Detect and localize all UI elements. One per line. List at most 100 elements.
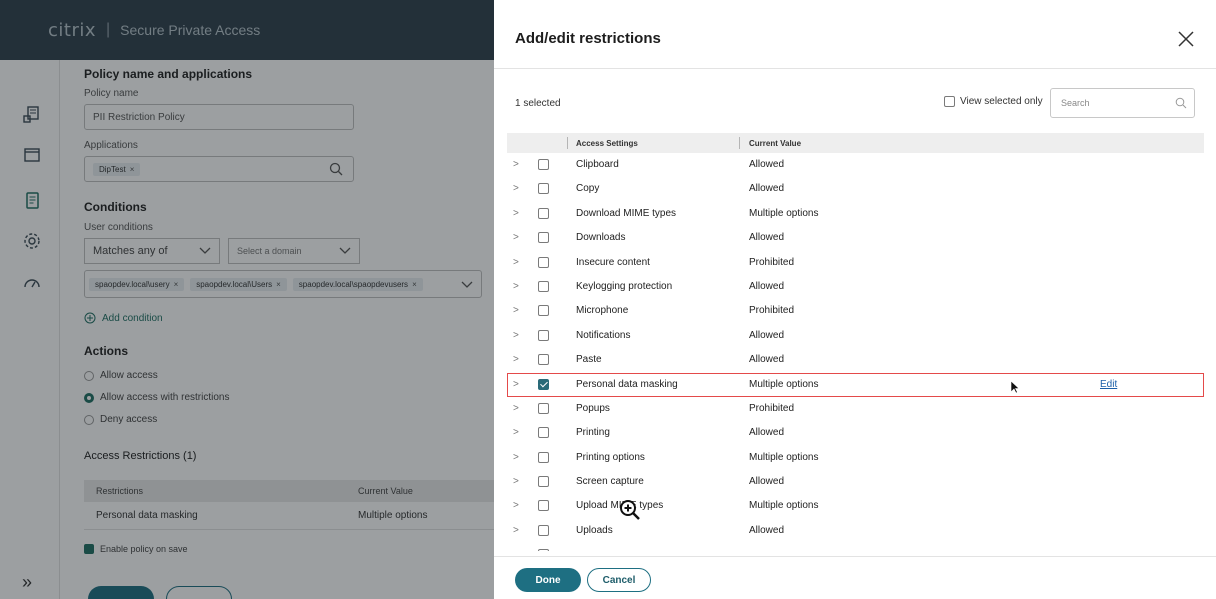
- selected-count: 1 selected: [515, 98, 561, 109]
- chevron-right-icon[interactable]: >: [513, 305, 519, 316]
- row-setting-name: Insecure content: [576, 256, 650, 268]
- table-row[interactable]: > Notifications Allowed: [507, 324, 1204, 348]
- chevron-right-icon[interactable]: >: [513, 183, 519, 194]
- row-current-value: Prohibited: [749, 305, 795, 317]
- table-row[interactable]: > Insecure content Prohibited: [507, 251, 1204, 275]
- table-row[interactable]: > Clipboard Allowed: [507, 153, 1204, 177]
- row-current-value: Multiple options: [749, 451, 819, 463]
- row-setting-name: Personal data masking: [576, 378, 678, 390]
- table-row-partial[interactable]: >: [507, 543, 1204, 552]
- row-setting-name: Screen capture: [576, 476, 644, 488]
- row-checkbox[interactable]: [538, 183, 549, 195]
- chevron-right-icon[interactable]: >: [513, 476, 519, 487]
- table-row[interactable]: > Popups Prohibited: [507, 397, 1204, 421]
- row-current-value: Prohibited: [749, 402, 795, 414]
- row-current-value: Allowed: [749, 280, 785, 292]
- chevron-right-icon[interactable]: >: [513, 427, 519, 438]
- column-separator: [567, 137, 568, 149]
- chevron-right-icon[interactable]: >: [513, 379, 519, 390]
- row-checkbox[interactable]: [538, 354, 549, 366]
- table-row[interactable]: > Screen capture Allowed: [507, 470, 1204, 494]
- table-row[interactable]: > Upload MIME types Multiple options: [507, 494, 1204, 518]
- table-row[interactable]: > Downloads Allowed: [507, 226, 1204, 250]
- column-separator: [739, 137, 740, 149]
- panel-divider: [494, 68, 1216, 69]
- table-row[interactable]: > Paste Allowed: [507, 348, 1204, 372]
- row-current-value: Multiple options: [749, 378, 819, 390]
- row-checkbox[interactable]: [538, 549, 549, 552]
- modal-backdrop[interactable]: [0, 0, 494, 599]
- cancel-button[interactable]: Cancel: [587, 568, 651, 592]
- row-current-value: Allowed: [749, 329, 785, 341]
- chevron-right-icon[interactable]: >: [513, 354, 519, 365]
- row-checkbox[interactable]: [538, 500, 549, 512]
- row-checkbox[interactable]: [538, 329, 549, 341]
- row-checkbox-checked[interactable]: [538, 378, 549, 390]
- restrictions-panel: Add/edit restrictions 1 selected View se…: [494, 0, 1216, 599]
- row-setting-name: Clipboard: [576, 159, 619, 170]
- table-row[interactable]: > Microphone Prohibited: [507, 299, 1204, 323]
- row-setting-name: Microphone: [576, 305, 629, 317]
- row-checkbox[interactable]: [538, 476, 549, 488]
- chevron-right-icon[interactable]: >: [513, 452, 519, 463]
- chevron-right-icon[interactable]: >: [513, 500, 519, 511]
- row-current-value: Allowed: [749, 159, 785, 170]
- table-row[interactable]: > Download MIME types Multiple options: [507, 202, 1204, 226]
- row-current-value: Allowed: [749, 476, 785, 488]
- table-row-selected[interactable]: > Personal data masking Multiple options Ed…: [507, 372, 1204, 397]
- row-current-value: Allowed: [749, 232, 785, 244]
- checkbox-indicator: [944, 96, 955, 107]
- row-setting-name: Paste: [576, 354, 602, 366]
- chevron-right-icon[interactable]: >: [513, 525, 519, 536]
- row-setting-name: Copy: [576, 183, 600, 195]
- view-selected-only-checkbox[interactable]: View selected only: [944, 96, 1043, 107]
- row-current-value: Allowed: [749, 354, 785, 366]
- chevron-right-icon[interactable]: >: [513, 549, 519, 551]
- done-button[interactable]: Done: [515, 568, 581, 592]
- row-checkbox[interactable]: [538, 280, 549, 292]
- table-row[interactable]: > Copy Allowed: [507, 177, 1204, 201]
- close-icon[interactable]: [1175, 28, 1197, 50]
- table-row[interactable]: > Printing Allowed: [507, 421, 1204, 445]
- row-current-value: Multiple options: [749, 500, 819, 512]
- row-checkbox[interactable]: [538, 256, 549, 268]
- row-checkbox[interactable]: [538, 402, 549, 414]
- row-current-value: Allowed: [749, 183, 785, 195]
- row-current-value: Allowed: [749, 524, 785, 536]
- chevron-right-icon[interactable]: >: [513, 330, 519, 341]
- row-checkbox[interactable]: [538, 524, 549, 536]
- table-row[interactable]: > Uploads Allowed: [507, 519, 1204, 543]
- row-checkbox[interactable]: [538, 451, 549, 463]
- row-setting-name: Popups: [576, 402, 610, 414]
- row-setting-name: Printing: [576, 427, 610, 439]
- panel-title: Add/edit restrictions: [515, 30, 661, 47]
- column-access-settings: Access Settings: [576, 138, 638, 148]
- chevron-right-icon[interactable]: >: [513, 232, 519, 243]
- row-checkbox[interactable]: [538, 305, 549, 317]
- chevron-right-icon[interactable]: >: [513, 281, 519, 292]
- row-checkbox[interactable]: [538, 207, 549, 219]
- row-checkbox[interactable]: [538, 232, 549, 244]
- panel-footer: Done Cancel: [494, 556, 1216, 599]
- search-icon: [1175, 97, 1187, 109]
- table-row[interactable]: > Keylogging protection Allowed: [507, 275, 1204, 299]
- chevron-right-icon[interactable]: >: [513, 208, 519, 219]
- column-current-value: Current Value: [749, 138, 802, 148]
- row-checkbox[interactable]: [538, 159, 549, 170]
- chevron-right-icon[interactable]: >: [513, 257, 519, 268]
- row-setting-name: Download MIME types: [576, 207, 677, 219]
- row-current-value: Multiple options: [749, 207, 819, 219]
- row-setting-name: Notifications: [576, 329, 631, 341]
- row-checkbox[interactable]: [538, 427, 549, 439]
- row-current-value: Allowed: [749, 427, 785, 439]
- row-setting-name: Keylogging protection: [576, 280, 673, 292]
- access-settings-table: Access Settings Current Value > Clipboard…: [507, 133, 1204, 552]
- edit-link[interactable]: Edit: [1100, 379, 1117, 390]
- row-setting-name: Uploads: [576, 524, 613, 536]
- search-input[interactable]: [1061, 95, 1166, 111]
- row-setting-name: Downloads: [576, 232, 626, 244]
- chevron-right-icon[interactable]: >: [513, 403, 519, 414]
- search-box: [1050, 88, 1195, 118]
- chevron-right-icon[interactable]: >: [513, 159, 519, 170]
- table-row[interactable]: > Printing options Multiple options: [507, 446, 1204, 470]
